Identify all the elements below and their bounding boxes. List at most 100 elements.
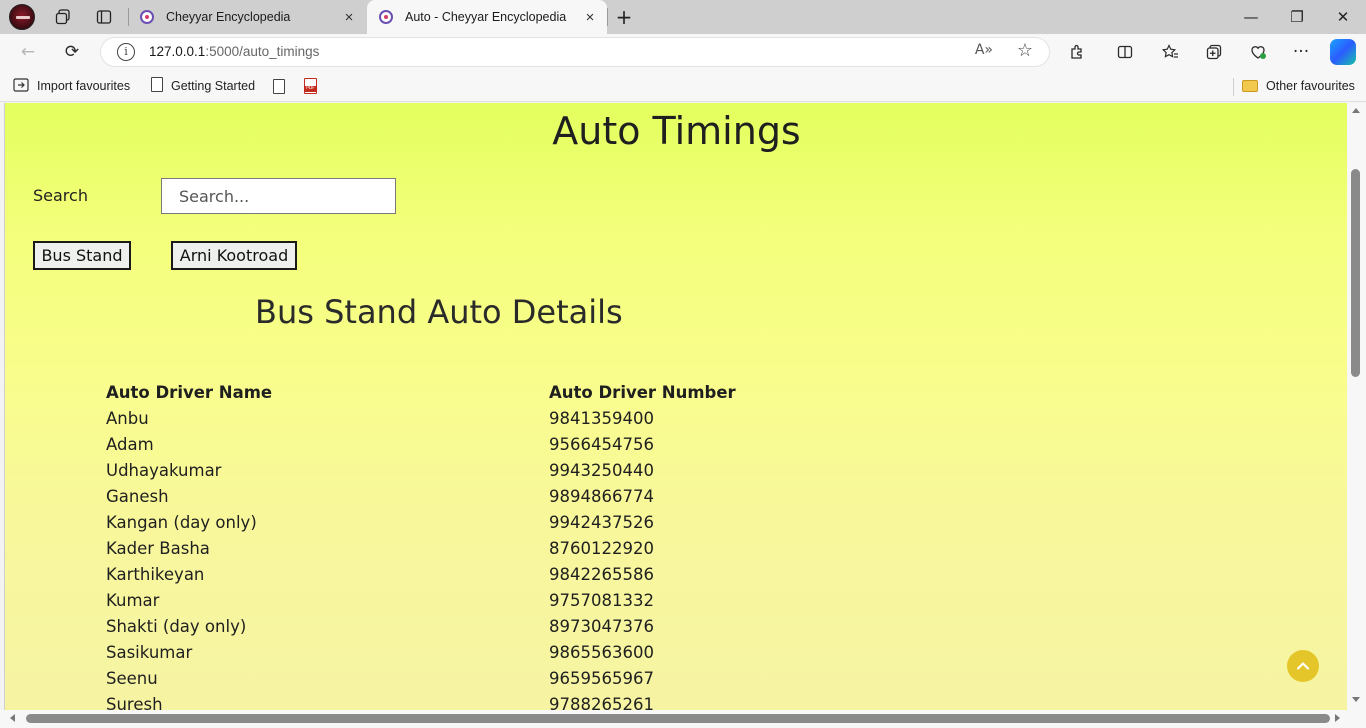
site-favicon-icon — [140, 10, 154, 24]
driver-name: Anbu — [106, 408, 149, 428]
search-input[interactable] — [161, 178, 396, 214]
driver-number: 9865563600 — [549, 642, 654, 662]
page-icon — [273, 78, 285, 94]
browser-toolbar: ← ⟳ i 127.0.0.1:5000/auto_timings A» ☆ ·… — [0, 34, 1366, 70]
horizontal-scrollbar[interactable] — [0, 710, 1366, 728]
header-driver-name: Auto Driver Name — [106, 382, 273, 402]
table-row: Kader Basha 8760122920 — [106, 535, 849, 561]
driver-number: 9842265586 — [549, 564, 654, 584]
driver-number: 8760122920 — [549, 538, 654, 558]
table-row: Kumar 9757081332 — [106, 587, 849, 613]
extensions-icon[interactable] — [1062, 38, 1092, 66]
table-row: Ganesh 9894866774 — [106, 483, 849, 509]
driver-number: 9841359400 — [549, 408, 654, 428]
tab-strip: Cheyyar Encyclopedia × Auto - Cheyyar En… — [0, 0, 1366, 34]
bookmark-label: Other favourites — [1266, 79, 1355, 93]
table-header-row: Auto Driver Name Auto Driver Number — [106, 379, 849, 405]
vertical-scrollbar[interactable] — [1347, 103, 1366, 710]
table-row: Kangan (day only) 9942437526 — [106, 509, 849, 535]
refresh-icon[interactable]: ⟳ — [57, 38, 87, 66]
tab-actions-icon[interactable] — [91, 5, 117, 29]
page-viewport: Auto Timings Search Bus Stand Arni Kootr… — [4, 103, 1347, 710]
bus-stand-button[interactable]: Bus Stand — [33, 241, 131, 270]
bookmark-page[interactable] — [273, 76, 285, 96]
tab-title: Auto - Cheyyar Encyclopedia — [405, 10, 567, 24]
driver-number: 9943250440 — [549, 460, 654, 480]
driver-name: Ganesh — [106, 486, 169, 506]
tab-auto-cheyyar-encyclopedia[interactable]: Auto - Cheyyar Encyclopedia × — [367, 0, 608, 34]
back-icon[interactable]: ← — [13, 38, 43, 66]
table-row: Udhayakumar 9943250440 — [106, 457, 849, 483]
scroll-right-icon[interactable] — [1335, 714, 1340, 722]
table-row: Sasikumar 9865563600 — [106, 639, 849, 665]
tab-cheyyar-encyclopedia[interactable]: Cheyyar Encyclopedia × — [128, 0, 366, 34]
driver-number: 9788265261 — [549, 694, 654, 711]
copilot-icon[interactable] — [1330, 39, 1356, 65]
minimize-icon[interactable]: — — [1228, 0, 1274, 34]
table-row: Shakti (day only) 8973047376 — [106, 613, 849, 639]
driver-number: 9894866774 — [549, 486, 654, 506]
auto-driver-table: Auto Driver Name Auto Driver Number Anbu… — [106, 379, 849, 711]
table-row: Adam 9566454756 — [106, 431, 849, 457]
page-icon — [151, 77, 163, 95]
close-tab-icon[interactable]: × — [338, 9, 360, 26]
bookmark-label: Import favourites — [37, 79, 131, 93]
driver-name: Udhayakumar — [106, 460, 222, 480]
bookmark-getting-started[interactable]: Getting Started — [151, 76, 255, 96]
split-screen-icon[interactable] — [1110, 38, 1140, 66]
scroll-left-icon[interactable] — [10, 714, 15, 722]
driver-number: 9942437526 — [549, 512, 654, 532]
bookmark-pdf[interactable] — [304, 76, 317, 96]
scroll-down-icon[interactable] — [1352, 697, 1360, 702]
new-tab-icon[interactable]: + — [612, 5, 636, 29]
more-menu-icon[interactable]: ··· — [1286, 38, 1316, 66]
driver-number: 9659565967 — [549, 668, 654, 688]
arni-kootroad-button[interactable]: Arni Kootroad — [171, 241, 297, 270]
driver-number: 9566454756 — [549, 434, 654, 454]
driver-number: 9757081332 — [549, 590, 654, 610]
table-row: Seenu 9659565967 — [106, 665, 849, 691]
bookmarks-bar: Import favourites Getting Started Other … — [0, 70, 1366, 102]
window-close-icon[interactable]: ✕ — [1320, 0, 1366, 34]
table-row: Suresh 9788265261 — [106, 691, 849, 711]
bookmark-other-favourites[interactable]: Other favourites — [1242, 76, 1355, 96]
search-label: Search — [33, 186, 88, 205]
address-bar[interactable]: i 127.0.0.1:5000/auto_timings A» ☆ — [100, 37, 1050, 67]
back-to-top-button[interactable] — [1287, 650, 1319, 682]
close-tab-icon[interactable]: × — [579, 9, 601, 26]
table-row: Karthikeyan 9842265586 — [106, 561, 849, 587]
driver-name: Suresh — [106, 694, 163, 711]
browser-essentials-icon[interactable] — [1243, 38, 1273, 66]
horizontal-scroll-thumb[interactable] — [26, 714, 1330, 723]
vertical-scroll-thumb[interactable] — [1351, 169, 1360, 377]
favorites-icon[interactable] — [1155, 38, 1185, 66]
page-title: Auto Timings — [552, 109, 801, 153]
bookmarks-divider — [1233, 78, 1234, 96]
header-driver-number: Auto Driver Number — [549, 382, 736, 402]
driver-name: Sasikumar — [106, 642, 193, 662]
driver-number: 8973047376 — [549, 616, 654, 636]
chevron-up-icon — [1296, 662, 1310, 670]
site-favicon-icon — [379, 10, 393, 24]
folder-icon — [1242, 80, 1258, 92]
collections-icon[interactable] — [1199, 38, 1229, 66]
restore-icon[interactable]: ❐ — [1274, 0, 1320, 34]
read-aloud-icon[interactable]: A» — [975, 42, 993, 58]
driver-name: Adam — [106, 434, 154, 454]
driver-name: Seenu — [106, 668, 158, 688]
site-info-icon[interactable]: i — [117, 43, 135, 61]
table-row: Anbu 9841359400 — [106, 405, 849, 431]
driver-name: Karthikeyan — [106, 564, 205, 584]
driver-name: Kumar — [106, 590, 160, 610]
bookmark-label: Getting Started — [171, 79, 256, 93]
profile-avatar[interactable] — [9, 4, 35, 30]
favorite-star-icon[interactable]: ☆ — [1017, 40, 1033, 61]
workspaces-icon[interactable] — [50, 5, 76, 29]
tab-title: Cheyyar Encyclopedia — [166, 10, 291, 24]
scroll-up-icon[interactable] — [1352, 108, 1360, 113]
driver-name: Kangan (day only) — [106, 512, 257, 532]
bookmark-import-favourites[interactable]: Import favourites — [13, 76, 130, 96]
driver-name: Shakti (day only) — [106, 616, 247, 636]
section-title: Bus Stand Auto Details — [255, 293, 623, 331]
driver-name: Kader Basha — [106, 538, 210, 558]
